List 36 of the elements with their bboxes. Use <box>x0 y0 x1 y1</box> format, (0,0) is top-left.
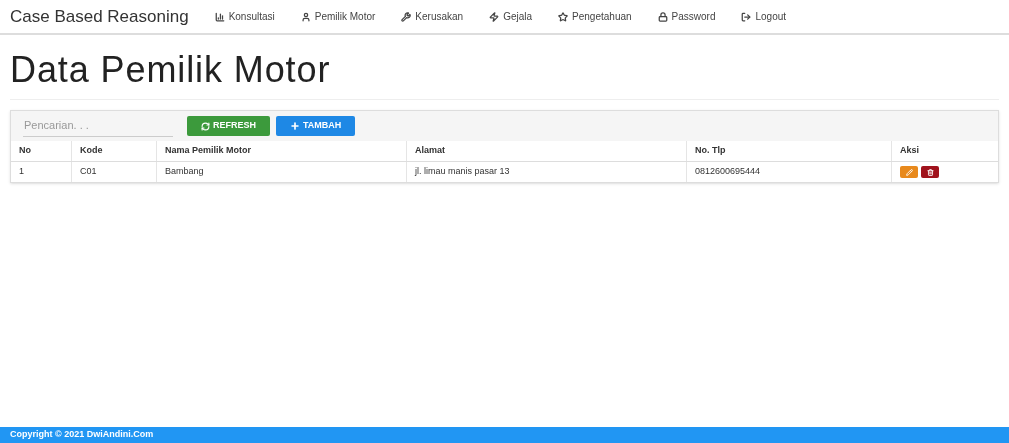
trash-icon <box>926 168 934 176</box>
nav-link[interactable]: Logout <box>741 9 787 24</box>
logout-icon <box>741 11 752 22</box>
column-header: No. Tlp <box>695 144 726 158</box>
nav-link[interactable]: Pengetahuan <box>558 9 632 24</box>
refresh-button[interactable]: REFRESH <box>187 116 270 136</box>
brand-title[interactable]: Case Based Reasoning <box>10 3 189 30</box>
column-header: Aksi <box>900 144 919 158</box>
column-header: Nama Pemilik Motor <box>165 144 252 158</box>
table-cell: 1 <box>19 165 24 179</box>
delete-button[interactable] <box>921 166 939 178</box>
column-header: Kode <box>80 144 103 158</box>
table-cell: Bambang <box>165 165 204 179</box>
pencil-icon <box>905 168 913 176</box>
column-header: Alamat <box>415 144 445 158</box>
plus-icon <box>290 121 300 131</box>
nav-link[interactable]: Kerusakan <box>401 9 464 24</box>
add-button[interactable]: TAMBAH <box>276 116 356 136</box>
nav-link[interactable]: Password <box>657 9 716 24</box>
table-cell: jl. limau manis pasar 13 <box>415 165 510 179</box>
copyright-text: Copyright © 2021 DwiAndini.Com <box>10 428 154 442</box>
lightning-icon <box>489 11 500 22</box>
refresh-icon <box>201 121 210 131</box>
bar-chart-icon <box>214 11 225 22</box>
search-field[interactable]: Pencarian. . . <box>23 115 173 137</box>
table-cell: 0812600695444 <box>695 165 761 179</box>
nav-link[interactable]: Konsultasi <box>214 9 275 24</box>
page-title: Data Pemilik Motor <box>10 43 999 100</box>
nav-link[interactable]: Gejala <box>489 9 533 24</box>
column-header: No <box>19 144 31 158</box>
nav-link[interactable]: Pemilik Motor <box>300 9 376 24</box>
table-cell: C01 <box>80 165 97 179</box>
user-icon <box>300 11 311 22</box>
lock-icon <box>657 11 668 22</box>
wrench-icon <box>401 11 412 22</box>
star-icon <box>558 11 569 22</box>
